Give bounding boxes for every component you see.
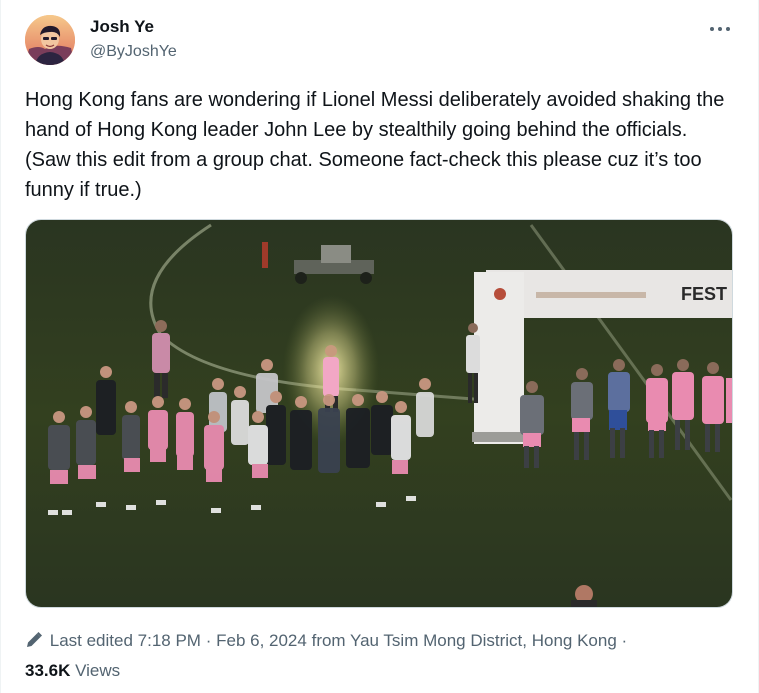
author-handle[interactable]: @ByJoshYe xyxy=(90,43,177,61)
avatar-illustration-icon xyxy=(25,15,75,65)
banner-text: FEST xyxy=(681,284,727,304)
tweet-time: 7:18 PM xyxy=(137,631,201,650)
tweet-date-link[interactable]: Feb 6, 2024 xyxy=(216,631,307,650)
separator: · xyxy=(205,631,212,650)
location-link[interactable]: Yau Tsim Mong District, Hong Kong xyxy=(350,631,617,650)
author-avatar[interactable] xyxy=(25,15,75,65)
tweet-card: Josh Ye @ByJoshYe Hong Kong fans are won… xyxy=(0,0,759,693)
tweet-media-image[interactable]: FEST xyxy=(25,219,733,608)
pencil-icon xyxy=(25,630,45,657)
author-name[interactable]: Josh Ye xyxy=(90,17,154,37)
views-label: Views xyxy=(75,661,121,680)
stadium-photo: FEST xyxy=(26,220,732,607)
tweet-footer: Last edited 7:18 PM · Feb 6, 2024 from Y… xyxy=(25,627,665,684)
more-options-button[interactable] xyxy=(703,14,737,44)
more-horizontal-icon xyxy=(710,27,730,31)
views-count: 33.6K xyxy=(25,661,71,680)
last-edited-link[interactable]: Last edited 7:18 PM xyxy=(50,631,201,650)
separator: · xyxy=(621,631,628,650)
from-label: from xyxy=(311,631,346,650)
last-edited-label: Last edited xyxy=(49,631,133,650)
tweet-text: Hong Kong fans are wondering if Lionel M… xyxy=(25,89,725,201)
